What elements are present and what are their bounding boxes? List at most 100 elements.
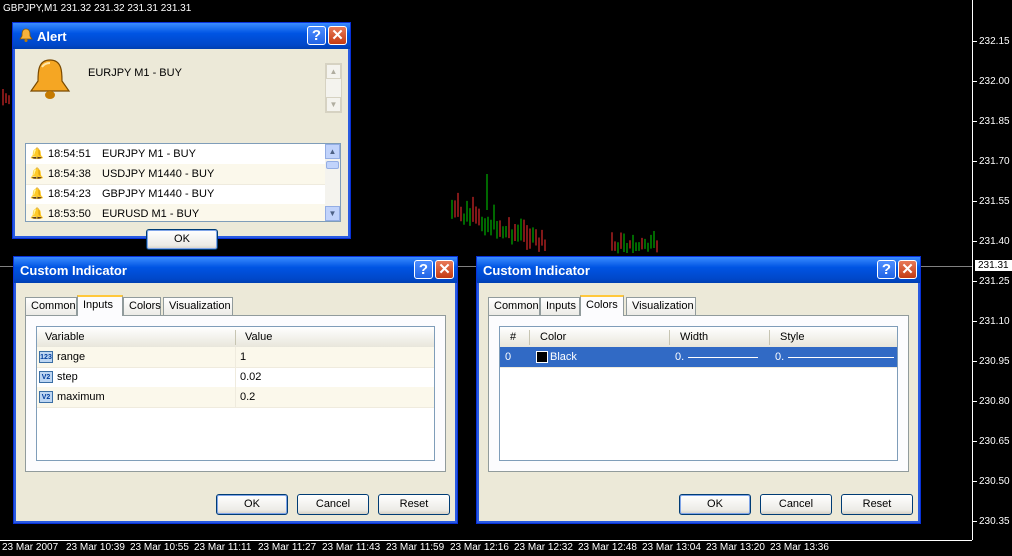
inputs-panel: Variable Value 123 range 1 V2 step 0.02 xyxy=(25,315,446,472)
alert-text: USDJPY M1440 - BUY xyxy=(102,168,215,180)
price-label: 231.10 xyxy=(979,316,1010,327)
time-label: 23 Mar 12:16 xyxy=(450,542,509,553)
list-item[interactable]: 🔔 18:54:38 USDJPY M1440 - BUY xyxy=(26,164,340,185)
price-label: 231.55 xyxy=(979,196,1010,207)
cell-divider xyxy=(235,387,236,407)
time-label: 23 Mar 10:55 xyxy=(130,542,189,553)
colors-body: Common Inputs Colors Visualization # Col… xyxy=(480,283,917,520)
window-title: Custom Indicator xyxy=(20,263,127,278)
time-label: 23 Mar 11:27 xyxy=(258,542,317,553)
price-tick xyxy=(973,241,977,242)
ok-button[interactable]: OK xyxy=(216,494,288,515)
help-button[interactable]: ? xyxy=(414,260,433,279)
tab-colors[interactable]: Colors xyxy=(123,297,161,315)
tab-common[interactable]: Common xyxy=(488,297,540,315)
col-index[interactable]: # xyxy=(510,331,516,343)
scroll-down-icon[interactable]: ▼ xyxy=(326,97,341,112)
list-item[interactable]: 🔔 18:54:23 GBPJPY M1440 - BUY xyxy=(26,184,340,205)
cancel-button[interactable]: Cancel xyxy=(760,494,832,515)
width-value[interactable]: 0. xyxy=(675,351,684,363)
integer-icon: 123 xyxy=(39,351,53,363)
close-button[interactable]: ✕ xyxy=(898,260,917,279)
price-label: 230.80 xyxy=(979,396,1010,407)
double-icon: V2 xyxy=(39,391,53,403)
close-button[interactable]: ✕ xyxy=(435,260,454,279)
bell-icon: 🔔 xyxy=(30,188,44,200)
list-item[interactable]: 🔔 18:53:50 EURUSD M1 - BUY xyxy=(26,204,340,221)
price-label: 231.40 xyxy=(979,236,1010,247)
price-axis: 232.15 232.00 231.85 231.70 231.55 231.4… xyxy=(972,0,1012,540)
help-button[interactable]: ? xyxy=(307,26,326,45)
reset-button[interactable]: Reset xyxy=(378,494,450,515)
grid-header: # Color Width Style xyxy=(500,327,897,348)
double-icon: V2 xyxy=(39,371,53,383)
table-row[interactable]: V2 maximum 0.2 xyxy=(37,387,434,408)
time-label: 23 Mar 12:48 xyxy=(578,542,637,553)
price-tick xyxy=(973,201,977,202)
tab-inputs[interactable]: Inputs xyxy=(540,297,580,315)
ok-button[interactable]: OK xyxy=(146,229,218,250)
bell-icon: 🔔 xyxy=(30,168,44,180)
price-tick xyxy=(973,81,977,82)
style-value[interactable]: 0. xyxy=(775,351,784,363)
ok-button[interactable]: OK xyxy=(679,494,751,515)
help-button[interactable]: ? xyxy=(877,260,896,279)
time-axis: 23 Mar 2007 23 Mar 10:39 23 Mar 10:55 23… xyxy=(0,540,972,556)
table-row[interactable]: V2 step 0.02 xyxy=(37,367,434,388)
tab-visualization[interactable]: Visualization xyxy=(626,297,696,315)
price-tick xyxy=(973,281,977,282)
tab-visualization[interactable]: Visualization xyxy=(163,297,233,315)
scroll-thumb[interactable] xyxy=(326,161,339,169)
alert-text: EURUSD M1 - BUY xyxy=(102,208,200,220)
time-label: 23 Mar 11:43 xyxy=(322,542,381,553)
scroll-up-icon[interactable]: ▲ xyxy=(326,64,341,79)
price-tick xyxy=(973,361,977,362)
cell-divider xyxy=(235,347,236,367)
column-divider[interactable] xyxy=(769,330,770,345)
col-style[interactable]: Style xyxy=(780,331,804,343)
cell-divider xyxy=(235,367,236,387)
time-label: 23 Mar 2007 xyxy=(2,542,59,553)
column-divider[interactable] xyxy=(235,330,236,345)
variable-value[interactable]: 0.2 xyxy=(240,391,255,403)
grid-header: Variable Value xyxy=(37,327,434,348)
column-divider[interactable] xyxy=(669,330,670,345)
custom-indicator-inputs-window: Custom Indicator ? ✕ Common Inputs Color… xyxy=(13,256,458,524)
alert-text: GBPJPY M1440 - BUY xyxy=(102,188,215,200)
message-scrollbar[interactable]: ▲ ▼ xyxy=(325,63,342,113)
price-label: 232.00 xyxy=(979,76,1010,87)
reset-button[interactable]: Reset xyxy=(841,494,913,515)
scroll-down-icon[interactable]: ▼ xyxy=(325,206,340,221)
table-row[interactable]: 0 Black 0. 0. xyxy=(500,347,897,368)
tab-common[interactable]: Common xyxy=(25,297,77,315)
table-row[interactable]: 123 range 1 xyxy=(37,347,434,368)
inputs-titlebar[interactable]: Custom Indicator ? ✕ xyxy=(14,257,457,283)
alert-body: EURJPY M1 - BUY ▲ ▼ 🔔 18:54:51 EURJPY M1… xyxy=(16,49,347,250)
tab-inputs[interactable]: Inputs xyxy=(77,295,123,316)
close-button[interactable]: ✕ xyxy=(328,26,347,45)
variable-value[interactable]: 0.02 xyxy=(240,371,261,383)
current-price-badge: 231.31 xyxy=(975,260,1012,271)
alert-titlebar[interactable]: Alert ? ✕ xyxy=(13,23,350,49)
bell-icon xyxy=(19,28,33,42)
color-name[interactable]: Black xyxy=(550,351,577,363)
price-tick xyxy=(973,121,977,122)
list-item[interactable]: 🔔 18:54:51 EURJPY M1 - BUY xyxy=(26,144,340,165)
tab-colors[interactable]: Colors xyxy=(580,295,624,316)
alert-time: 18:54:38 xyxy=(48,168,91,180)
colors-panel: # Color Width Style 0 Black 0. 0. xyxy=(488,315,909,472)
col-width[interactable]: Width xyxy=(680,331,708,343)
colors-titlebar[interactable]: Custom Indicator ? ✕ xyxy=(477,257,920,283)
cancel-button[interactable]: Cancel xyxy=(297,494,369,515)
col-value[interactable]: Value xyxy=(245,331,272,343)
variable-value[interactable]: 1 xyxy=(240,351,246,363)
time-label: 23 Mar 13:04 xyxy=(642,542,701,553)
color-swatch[interactable] xyxy=(536,351,548,363)
column-divider[interactable] xyxy=(529,330,530,345)
col-variable[interactable]: Variable xyxy=(45,331,85,343)
scroll-up-icon[interactable]: ▲ xyxy=(325,144,340,159)
list-scrollbar[interactable]: ▲ ▼ xyxy=(325,144,340,221)
alert-time: 18:53:50 xyxy=(48,208,91,220)
price-tick xyxy=(973,161,977,162)
col-color[interactable]: Color xyxy=(540,331,566,343)
